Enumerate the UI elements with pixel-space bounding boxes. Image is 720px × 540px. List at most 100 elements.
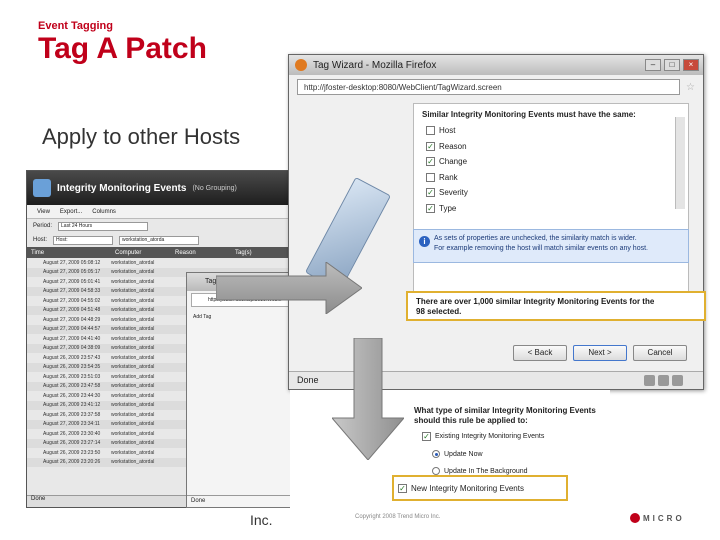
period-select[interactable]: Last 24 Hours <box>58 221 149 231</box>
wizard-url-bar[interactable]: http://jfoster-desktop:8080/WebClient/Ta… <box>297 79 681 95</box>
col-computer[interactable]: Computer <box>111 250 171 256</box>
similarity-option-rank[interactable]: Rank <box>422 170 680 186</box>
view-button[interactable]: View <box>37 209 50 215</box>
host-select[interactable]: Host: <box>53 235 114 245</box>
info-icon: i <box>419 236 430 247</box>
option-label: Change <box>439 157 468 167</box>
row-time: August 26, 2009 23:20:26 <box>43 459 101 466</box>
minimize-icon[interactable]: – <box>645 59 661 71</box>
row-computer: workstation_atordal <box>111 307 155 314</box>
row-computer: workstation_atordal <box>111 449 155 456</box>
wizard-nav: http://jfoster-desktop:8080/WebClient/Ta… <box>289 75 703 99</box>
row-time: August 26, 2009 23:54:35 <box>43 364 101 371</box>
events-toolbar: View Export... Columns <box>27 205 293 219</box>
option-label: Type <box>439 203 457 213</box>
row-computer: workstation_atordal <box>111 459 155 466</box>
back-button[interactable]: < Back <box>513 345 567 361</box>
arrow-right-icon <box>216 262 362 314</box>
update-now-option[interactable]: Update Now <box>432 450 483 458</box>
status-icons <box>644 375 683 386</box>
option-checkbox[interactable]: ✓ <box>426 157 435 167</box>
brand-logo: MICRO <box>630 510 716 526</box>
slide-footer-inc: Inc. <box>250 512 273 528</box>
option-checkbox[interactable]: ✓ <box>426 203 435 213</box>
new-events-callout[interactable]: ✓ New Integrity Monitoring Events <box>392 475 568 501</box>
similarity-panel: Similar Integrity Monitoring Events must… <box>413 103 689 293</box>
option-checkbox[interactable] <box>426 172 435 182</box>
option-checkbox[interactable]: ✓ <box>426 141 435 151</box>
cancel-button[interactable]: Cancel <box>633 345 687 361</box>
similarity-heading: Similar Integrity Monitoring Events must… <box>422 110 636 119</box>
row-time: August 27, 2009 04:48:29 <box>43 316 101 323</box>
add-tag-label: Add Tag <box>193 314 212 320</box>
status-text: Done <box>297 375 319 385</box>
new-events-label: New Integrity Monitoring Events <box>411 483 524 493</box>
export-button[interactable]: Export... <box>60 209 82 215</box>
col-time[interactable]: Time <box>27 250 111 256</box>
row-computer: workstation_atordal <box>111 440 155 447</box>
update-bg-radio[interactable] <box>432 467 440 475</box>
panel-scrollbar[interactable] <box>675 117 685 209</box>
option-label: Rank <box>439 172 458 182</box>
maximize-icon[interactable]: □ <box>664 59 680 71</box>
addon-icon-3[interactable] <box>672 375 683 386</box>
row-computer: workstation_atordal <box>111 421 155 428</box>
col-tags[interactable]: Tag(s) <box>231 250 252 256</box>
option-label: Reason <box>439 141 467 151</box>
option-checkbox[interactable] <box>426 126 435 136</box>
app-logo-icon <box>33 179 51 197</box>
events-title: Integrity Monitoring Events <box>57 182 187 194</box>
row-time: August 27, 2009 23:34:11 <box>43 421 100 428</box>
col-reason[interactable]: Reason <box>171 250 231 256</box>
grouping-select[interactable]: (No Grouping) <box>192 185 236 192</box>
row-computer: workstation_atordal <box>111 430 155 437</box>
option-label: Host <box>439 126 456 136</box>
addon-icon-1[interactable] <box>644 375 655 386</box>
update-now-label: Update Now <box>444 450 483 458</box>
row-computer: workstation_atordal <box>111 392 155 399</box>
row-time: August 27, 2009 04:38:09 <box>43 345 101 352</box>
similarity-option-change[interactable]: ✓ Change <box>422 154 680 170</box>
arrow-down-icon <box>332 338 404 460</box>
next-button[interactable]: Next > <box>573 345 627 361</box>
firefox-icon <box>295 59 307 71</box>
existing-events-checkbox[interactable]: ✓ <box>422 432 431 441</box>
row-time: August 26, 2009 23:47:58 <box>43 383 101 390</box>
row-computer: workstation_atordal <box>111 297 155 304</box>
events-header: Integrity Monitoring Events (No Grouping… <box>27 171 293 205</box>
similar-events-callout: There are over 1,000 similar Integrity M… <box>406 291 706 321</box>
row-computer: workstation_atordal <box>111 335 155 342</box>
brand-swoosh-icon <box>630 513 640 523</box>
update-bg-option[interactable]: Update In The Background <box>432 467 528 475</box>
columns-button[interactable]: Columns <box>92 209 116 215</box>
row-time: August 27, 2009 05:01:41 <box>43 278 101 285</box>
similarity-option-severity[interactable]: ✓ Severity <box>422 185 680 201</box>
row-time: August 26, 2009 23:44:30 <box>43 392 101 399</box>
row-computer: workstation_atordal <box>111 373 155 380</box>
bookmark-star-icon[interactable]: ☆ <box>686 82 695 93</box>
row-time: August 26, 2009 23:41:12 <box>43 402 101 409</box>
row-computer: workstation_atordal <box>111 411 155 418</box>
new-events-checkbox[interactable]: ✓ <box>398 483 407 493</box>
update-bg-label: Update In The Background <box>444 467 528 475</box>
wizard-buttons: < Back Next > Cancel <box>513 345 687 361</box>
row-time: August 27, 2009 04:51:48 <box>43 307 101 314</box>
update-now-radio[interactable] <box>432 450 440 458</box>
similarity-option-host[interactable]: Host <box>422 123 680 139</box>
close-icon[interactable]: × <box>683 59 699 71</box>
callout-line-2: 98 selected. <box>416 307 462 316</box>
similarity-option-reason[interactable]: ✓ Reason <box>422 139 680 155</box>
row-computer: workstation_atordal <box>111 278 155 285</box>
period-filter: Period: Last 24 Hours <box>27 219 293 233</box>
option-checkbox[interactable]: ✓ <box>426 188 435 198</box>
existing-events-option[interactable]: ✓ Existing Integrity Monitoring Events <box>422 432 544 441</box>
row-time: August 26, 2009 23:57:43 <box>43 354 101 361</box>
similarity-option-type[interactable]: ✓ Type <box>422 201 680 217</box>
row-time: August 26, 2009 23:23:50 <box>43 449 101 456</box>
option-label: Severity <box>439 188 468 198</box>
row-computer: workstation_atordal <box>111 259 155 266</box>
addon-icon-2[interactable] <box>658 375 669 386</box>
host-input[interactable]: workstation_atorda <box>119 235 200 245</box>
row-time: August 26, 2009 23:27:14 <box>43 440 101 447</box>
apply-question: What type of similar Integrity Monitorin… <box>414 406 596 425</box>
